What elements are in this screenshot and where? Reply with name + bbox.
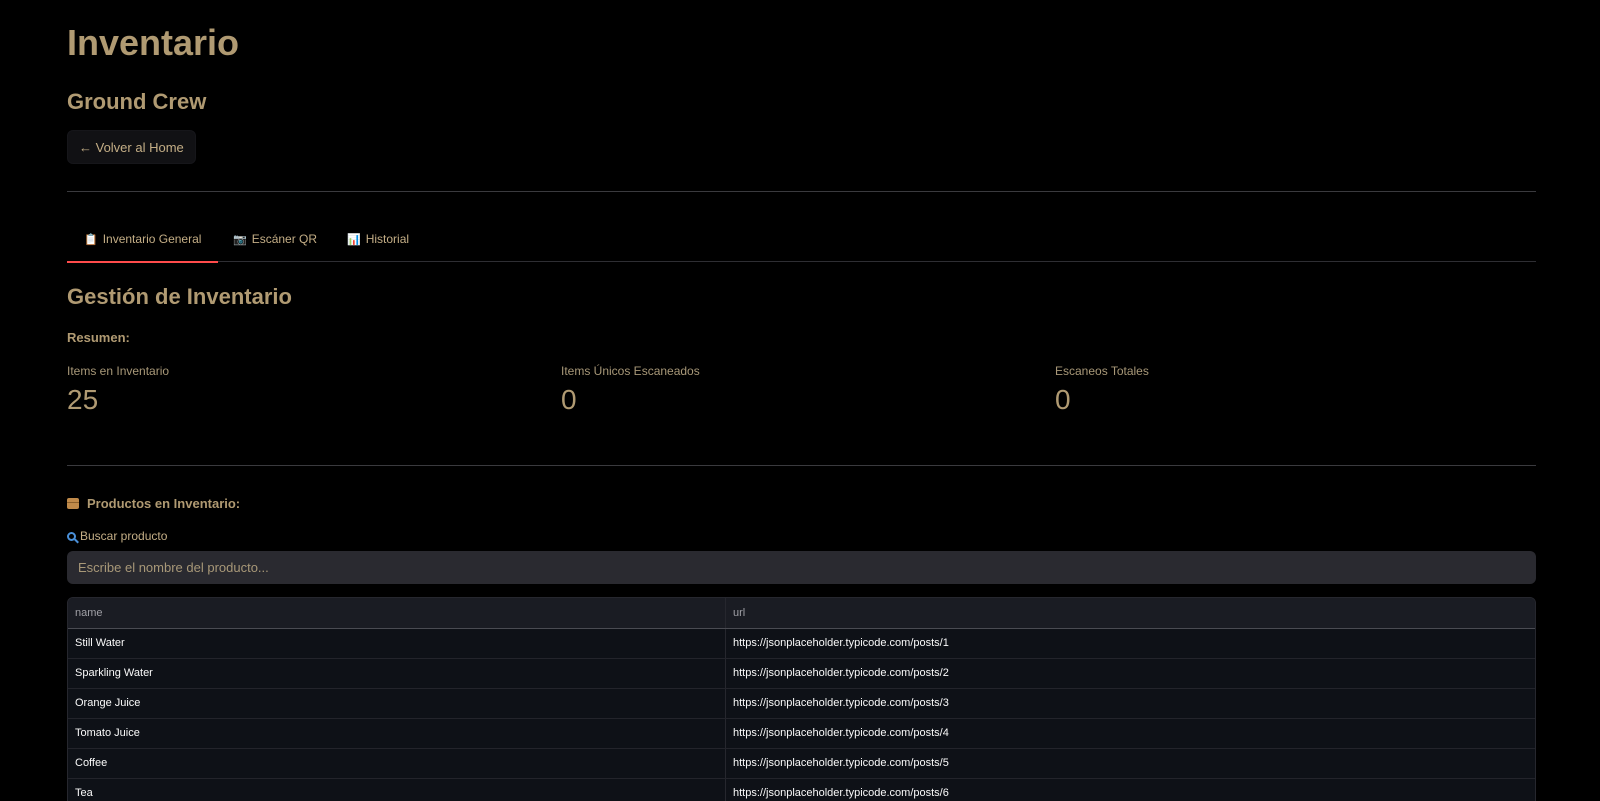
tab-label: Escáner QR xyxy=(251,232,318,246)
tab-escaner-qr[interactable]: 📷 Escáner QR xyxy=(233,222,317,262)
cell-name[interactable]: Still Water xyxy=(68,629,726,658)
table-row: Tomato Juice https://jsonplaceholder.typ… xyxy=(68,719,1535,749)
bar-chart-icon: 📊 xyxy=(347,234,361,246)
tab-inventario-general[interactable]: 📋 Inventario General xyxy=(67,222,219,263)
magnifier-icon xyxy=(67,532,76,541)
cell-url[interactable]: https://jsonplaceholder.typicode.com/pos… xyxy=(726,779,1535,801)
table-row: Orange Juice https://jsonplaceholder.typ… xyxy=(68,689,1535,719)
metric-value: 0 xyxy=(1055,384,1071,415)
table-row: Sparkling Water https://jsonplaceholder.… xyxy=(68,659,1535,689)
search-input[interactable] xyxy=(67,551,1536,584)
page-subtitle: Ground Crew xyxy=(67,89,207,114)
table-row: Still Water https://jsonplaceholder.typi… xyxy=(68,629,1535,659)
page-title: Inventario xyxy=(67,22,240,63)
search-label-text: Buscar producto xyxy=(80,529,168,543)
cell-name[interactable]: Sparkling Water xyxy=(68,659,726,688)
products-table[interactable]: name url Still Water https://jsonplaceho… xyxy=(67,597,1536,801)
section-title: Gestión de Inventario xyxy=(67,284,292,309)
cell-url[interactable]: https://jsonplaceholder.typicode.com/pos… xyxy=(726,659,1535,688)
metric-items-en-inventario: Items en Inventario 25 xyxy=(67,364,547,416)
metric-label: Items en Inventario xyxy=(67,364,170,378)
metric-value: 0 xyxy=(561,384,577,415)
metric-value: 25 xyxy=(67,384,99,415)
table-header: name url xyxy=(68,598,1535,629)
cell-name[interactable]: Orange Juice xyxy=(68,689,726,718)
metric-label: Escaneos Totales xyxy=(1055,364,1149,378)
table-row: Tea https://jsonplaceholder.typicode.com… xyxy=(68,779,1535,801)
cell-name[interactable]: Tomato Juice xyxy=(68,719,726,748)
tab-bar: 📋 Inventario General 📷 Escáner QR 📊 Histori… xyxy=(67,222,1536,263)
cell-url[interactable]: https://jsonplaceholder.typicode.com/pos… xyxy=(726,689,1535,718)
inventory-page: Inventario Ground Crew ← Volver al Home … xyxy=(0,0,1600,801)
tab-label: Historial xyxy=(365,232,410,246)
cell-url[interactable]: https://jsonplaceholder.typicode.com/pos… xyxy=(726,629,1535,658)
products-heading-label: Productos en Inventario: xyxy=(87,496,241,511)
summary-label: Resumen: xyxy=(67,330,130,345)
metric-label: Items Únicos Escaneados xyxy=(561,364,700,378)
metric-escaneos-totales: Escaneos Totales 0 xyxy=(1055,364,1535,416)
cell-name[interactable]: Coffee xyxy=(68,749,726,778)
divider xyxy=(67,465,1536,466)
products-heading: Productos en Inventario: xyxy=(67,496,240,511)
table-row: Coffee https://jsonplaceholder.typicode.… xyxy=(68,749,1535,779)
package-icon xyxy=(67,498,79,509)
column-header-url[interactable]: url xyxy=(726,598,1535,628)
cell-url[interactable]: https://jsonplaceholder.typicode.com/pos… xyxy=(726,749,1535,778)
search-label: Buscar producto xyxy=(67,529,167,543)
camera-icon: 📷 xyxy=(233,234,247,246)
divider xyxy=(67,191,1536,192)
tab-historial[interactable]: 📊 Historial xyxy=(347,222,409,262)
column-header-name[interactable]: name xyxy=(68,598,726,628)
metric-items-unicos-escaneados: Items Únicos Escaneados 0 xyxy=(561,364,1041,416)
tab-label: Inventario General xyxy=(102,232,202,246)
cell-name[interactable]: Tea xyxy=(68,779,726,801)
cell-url[interactable]: https://jsonplaceholder.typicode.com/pos… xyxy=(726,719,1535,748)
clipboard-icon: 📋 xyxy=(84,234,98,246)
back-to-home-button[interactable]: ← Volver al Home xyxy=(67,130,196,164)
